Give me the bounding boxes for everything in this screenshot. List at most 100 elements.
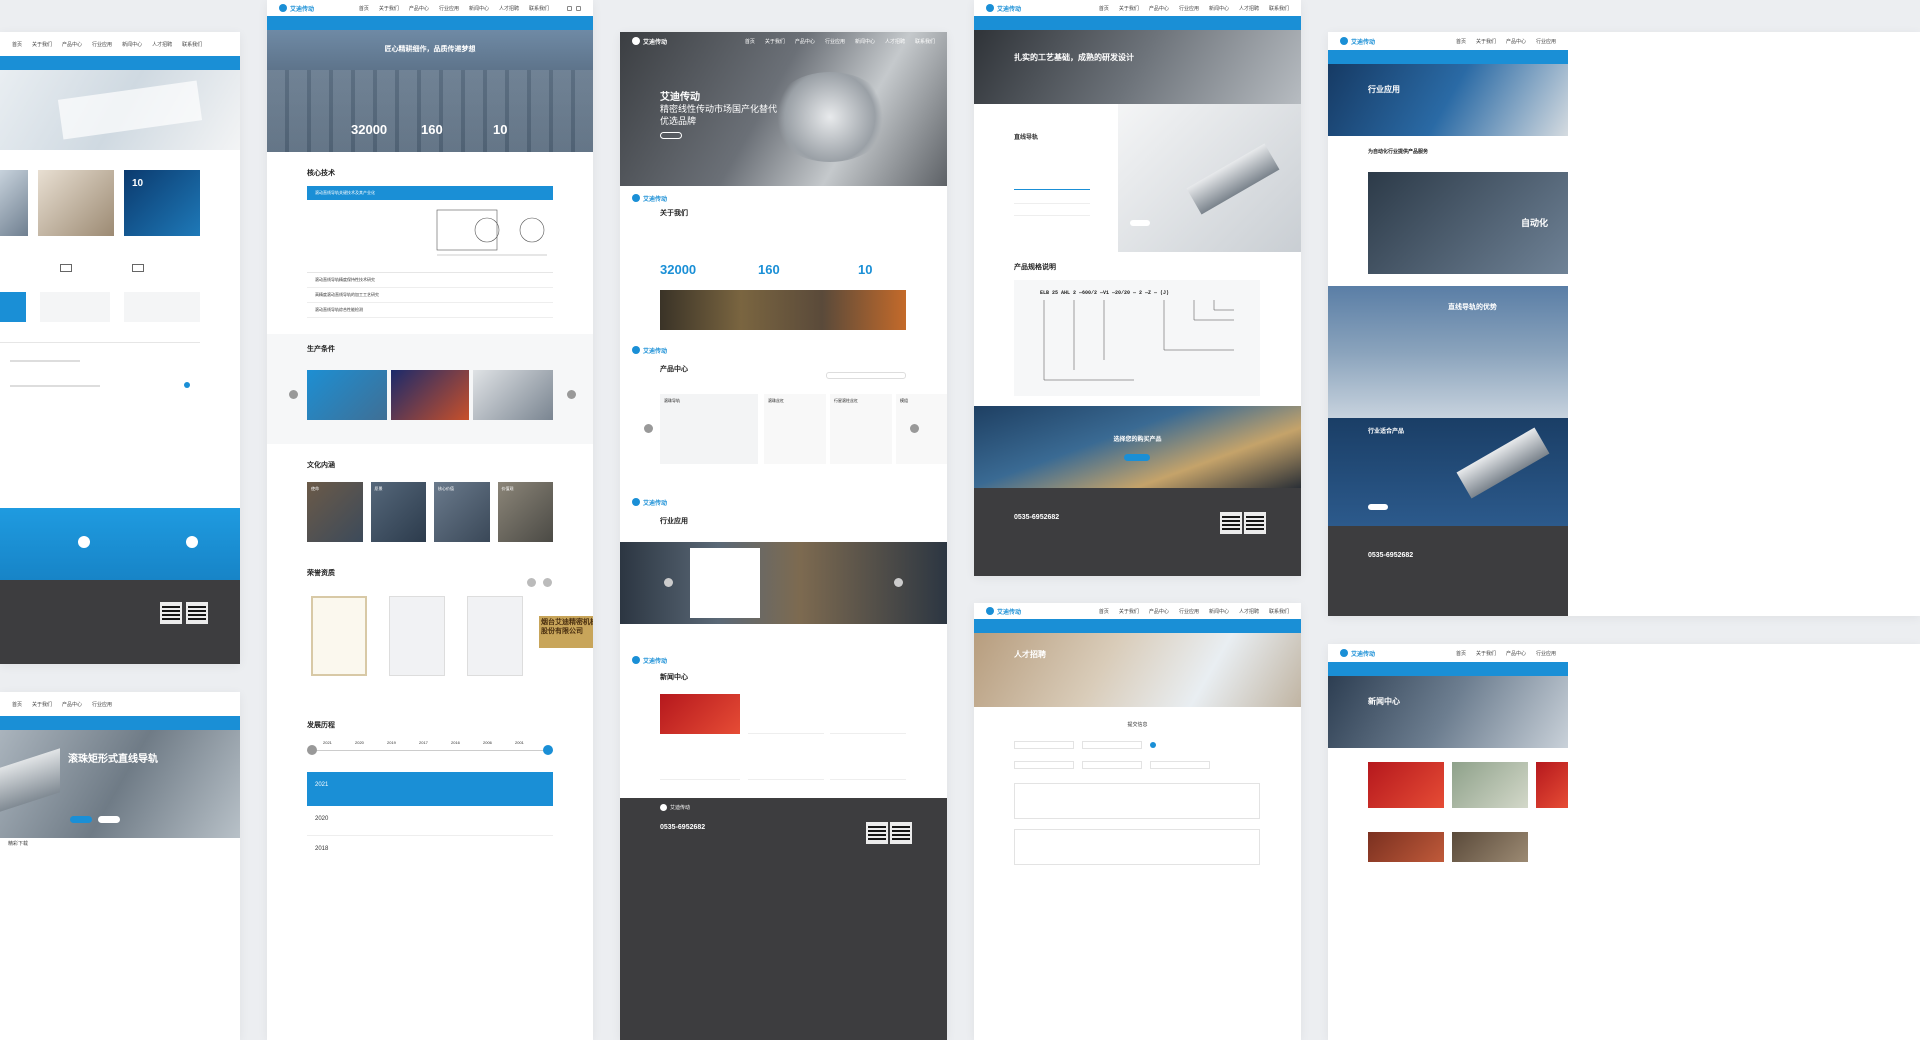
- brand-logo[interactable]: 艾迪传动: [632, 498, 667, 507]
- nav-item[interactable]: 产品中心: [1506, 650, 1526, 657]
- nav-item[interactable]: 关于我们: [32, 701, 52, 708]
- news-item[interactable]: [830, 694, 906, 734]
- news-card[interactable]: [1452, 762, 1528, 808]
- nav-item[interactable]: 关于我们: [379, 5, 399, 12]
- category-link[interactable]: [1014, 196, 1090, 204]
- industry-image[interactable]: 自动化: [1368, 172, 1568, 274]
- nav-item[interactable]: 新闻中心: [1209, 5, 1229, 12]
- form-input[interactable]: [1014, 761, 1074, 769]
- nav-item[interactable]: 关于我们: [1119, 608, 1139, 615]
- next-arrow-icon[interactable]: [910, 424, 919, 433]
- next-arrow-icon[interactable]: [543, 578, 552, 587]
- year-tick[interactable]: 2006: [483, 740, 492, 745]
- nav-item[interactable]: 产品中心: [1506, 38, 1526, 45]
- nav-item[interactable]: 联系我们: [182, 41, 202, 48]
- nav-item[interactable]: 首页: [1099, 608, 1109, 615]
- primary-button[interactable]: [70, 816, 92, 823]
- nav-item[interactable]: 行业应用: [1536, 38, 1556, 45]
- next-arrow-icon[interactable]: [894, 578, 903, 587]
- nav-item[interactable]: 产品中心: [409, 5, 429, 12]
- detail-button[interactable]: [1130, 220, 1150, 226]
- culture-card[interactable]: 核心价值: [434, 482, 490, 542]
- culture-card[interactable]: 价值观: [497, 482, 553, 542]
- nav-item[interactable]: 行业应用: [439, 5, 459, 12]
- location-icon[interactable]: [78, 536, 90, 548]
- brand-logo[interactable]: 艾迪传动: [632, 656, 667, 665]
- blue-tile[interactable]: [0, 292, 26, 322]
- search-icon[interactable]: [576, 5, 581, 11]
- product-card[interactable]: 行星滚柱丝杠: [830, 394, 892, 464]
- product-card[interactable]: 滚珠导轨: [660, 394, 758, 464]
- brand-logo[interactable]: 艾迪传动: [632, 194, 667, 203]
- year-tick[interactable]: 2021: [323, 740, 332, 745]
- brand-logo[interactable]: 艾迪传动: [986, 4, 1021, 13]
- nav-item[interactable]: 产品中心: [1149, 5, 1169, 12]
- year-tick[interactable]: 2017: [419, 740, 428, 745]
- category-link-active[interactable]: [1014, 182, 1090, 190]
- search-input[interactable]: [826, 372, 906, 379]
- nav-item[interactable]: 人才招聘: [1239, 608, 1259, 615]
- certificate-card[interactable]: [467, 596, 523, 676]
- year-tick[interactable]: 2020: [355, 740, 364, 745]
- nav-item[interactable]: 联系我们: [915, 38, 935, 45]
- certificate-card[interactable]: [389, 596, 445, 676]
- brand-logo[interactable]: 艾迪传动: [1340, 649, 1375, 658]
- chat-icon[interactable]: [186, 536, 198, 548]
- nav-item[interactable]: 联系我们: [1269, 5, 1289, 12]
- nav-item[interactable]: 行业应用: [825, 38, 845, 45]
- brand-logo[interactable]: 艾迪传动: [1340, 37, 1375, 46]
- nav-item[interactable]: 首页: [12, 41, 22, 48]
- history-row[interactable]: 2018: [307, 836, 553, 866]
- brand-logo[interactable]: 艾迪传动: [986, 607, 1021, 616]
- prev-arrow-icon[interactable]: [644, 424, 653, 433]
- nav-item[interactable]: 新闻中心: [122, 41, 142, 48]
- news-card[interactable]: [1452, 832, 1528, 862]
- news-card[interactable]: [1368, 762, 1444, 808]
- brand-logo[interactable]: 艾迪传动: [279, 4, 314, 13]
- nav-item[interactable]: 产品中心: [795, 38, 815, 45]
- form-input[interactable]: [1014, 741, 1074, 749]
- nav-item[interactable]: 产品中心: [62, 701, 82, 708]
- history-row[interactable]: 2020: [307, 806, 553, 836]
- accordion-item[interactable]: 滚动直线导轨精度保持性技术研究: [307, 273, 553, 288]
- nav-item[interactable]: 行业应用: [92, 701, 112, 708]
- category-link[interactable]: [1014, 208, 1090, 216]
- nav-item[interactable]: 首页: [1456, 650, 1466, 657]
- brand-logo[interactable]: 艾迪传动: [632, 346, 667, 355]
- nav-item[interactable]: 首页: [745, 38, 755, 45]
- nav-item[interactable]: 人才招聘: [1239, 5, 1259, 12]
- production-card[interactable]: [473, 370, 553, 420]
- culture-card[interactable]: 使命: [307, 482, 363, 542]
- lang-icon[interactable]: [567, 5, 572, 11]
- nav-item[interactable]: 产品中心: [62, 41, 82, 48]
- nav-item[interactable]: 人才招聘: [152, 41, 172, 48]
- prev-arrow-icon[interactable]: [664, 578, 673, 587]
- nav-item[interactable]: 关于我们: [1476, 650, 1496, 657]
- nav-item[interactable]: 关于我们: [1119, 5, 1139, 12]
- production-card[interactable]: [391, 370, 469, 420]
- year-tick[interactable]: 2019: [387, 740, 396, 745]
- nav-item[interactable]: 行业应用: [1179, 5, 1199, 12]
- nav-item[interactable]: 产品中心: [1149, 608, 1169, 615]
- nav-item[interactable]: 首页: [1456, 38, 1466, 45]
- secondary-button[interactable]: [98, 816, 120, 823]
- form-input[interactable]: [1082, 741, 1142, 749]
- product-card[interactable]: 滚珠丝杠: [764, 394, 826, 464]
- history-row-active[interactable]: 2021: [307, 772, 553, 806]
- form-input[interactable]: [1150, 761, 1210, 769]
- year-tick[interactable]: 2001: [515, 740, 524, 745]
- certificate-card[interactable]: [311, 596, 367, 676]
- news-item[interactable]: [748, 694, 824, 734]
- more-button[interactable]: [660, 132, 682, 139]
- nav-item[interactable]: 首页: [1099, 5, 1109, 12]
- detail-button[interactable]: [1368, 504, 1388, 510]
- accordion-item[interactable]: 滚动直线导轨综合性能检测: [307, 303, 553, 318]
- download-link[interactable]: 精彩下载: [8, 840, 28, 847]
- form-input[interactable]: [1082, 761, 1142, 769]
- nav-item[interactable]: 关于我们: [32, 41, 52, 48]
- nav-item[interactable]: 行业应用: [1536, 650, 1556, 657]
- form-textarea[interactable]: [1014, 783, 1260, 819]
- culture-card[interactable]: 愿景: [370, 482, 426, 542]
- accordion-item[interactable]: 高精度滚动直线导轨的加工工艺研究: [307, 288, 553, 303]
- next-arrow-icon[interactable]: [543, 745, 553, 755]
